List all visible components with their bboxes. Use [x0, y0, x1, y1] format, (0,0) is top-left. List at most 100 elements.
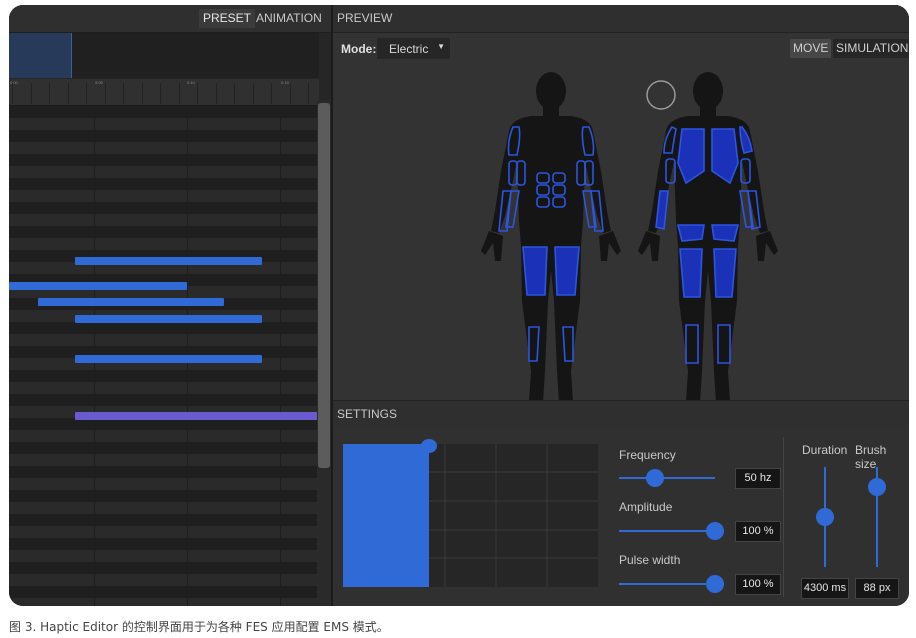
ruler-tick — [234, 83, 235, 104]
ruler-tick — [308, 83, 309, 104]
timeline-row[interactable] — [9, 166, 319, 178]
timeline-row[interactable] — [9, 478, 319, 490]
waveform-handle[interactable] — [421, 439, 437, 453]
timeline-ruler[interactable]: 0:00 0:05 0:10 0:15 — [9, 79, 319, 106]
timeline-row[interactable] — [9, 106, 319, 118]
waveform-graph[interactable] — [343, 439, 598, 587]
timeline-row[interactable] — [9, 502, 319, 514]
timeline-row[interactable] — [9, 130, 319, 142]
ruler-tick — [49, 83, 50, 104]
tab-animation[interactable]: ANIMATION — [252, 9, 326, 28]
mode-dropdown[interactable]: Electric ▼ — [377, 38, 450, 59]
timeline-row[interactable] — [9, 574, 319, 586]
body-preview[interactable] — [333, 61, 909, 401]
move-button[interactable]: MOVE — [790, 39, 832, 58]
timeline-row[interactable] — [9, 514, 319, 526]
timeline-row[interactable] — [9, 538, 319, 550]
frequency-slider-track[interactable] — [619, 477, 715, 479]
duration-label: Duration — [802, 443, 848, 457]
ruler-label: 0:05 — [95, 80, 103, 85]
front-body-figure[interactable] — [481, 72, 621, 401]
back-body-figure[interactable] — [638, 72, 778, 401]
timeline-row[interactable] — [9, 238, 319, 250]
ruler-tick — [12, 83, 13, 104]
timeline-row[interactable] — [9, 430, 319, 442]
timeline-overview[interactable] — [9, 33, 319, 78]
amplitude-label: Amplitude — [619, 500, 673, 514]
timeline-row[interactable] — [9, 562, 319, 574]
timeline-row[interactable] — [9, 118, 319, 130]
mode-label: Mode: — [341, 42, 377, 56]
frequency-label: Frequency — [619, 448, 676, 462]
ruler-label: 0:15 — [281, 80, 289, 85]
ruler-tick — [104, 83, 106, 104]
app-window: PRESET ANIMATION 0:00 0:05 0:10 0:15 PRE… — [9, 5, 909, 606]
timeline-row[interactable] — [9, 370, 319, 382]
timeline-row[interactable] — [9, 382, 319, 394]
timeline-row[interactable] — [9, 334, 319, 346]
timeline-row[interactable] — [9, 154, 319, 166]
timeline-bar[interactable] — [75, 315, 262, 323]
frequency-slider-knob[interactable] — [646, 469, 665, 487]
pulse-width-label: Pulse width — [619, 553, 681, 567]
settings-title: SETTINGS — [337, 407, 398, 421]
pulse-width-slider-track[interactable] — [619, 583, 715, 585]
timeline-bar[interactable] — [75, 412, 318, 420]
amplitude-slider-knob[interactable] — [706, 522, 724, 540]
figure-caption: 图 3. Haptic Editor 的控制界面用于为各种 FES 应用配置 E… — [9, 620, 389, 634]
timeline-row[interactable] — [9, 178, 319, 190]
timeline-row[interactable] — [9, 442, 319, 454]
ruler-tick — [215, 83, 217, 104]
timeline-row[interactable] — [9, 454, 319, 466]
brush-size-slider-knob[interactable] — [868, 478, 886, 496]
pulse-width-slider-knob[interactable] — [706, 575, 724, 593]
duration-value[interactable]: 4300 ms — [801, 578, 849, 599]
amplitude-slider-track[interactable] — [619, 530, 715, 532]
timeline-row[interactable] — [9, 226, 319, 238]
left-tab-bar: PRESET ANIMATION — [9, 5, 332, 33]
timeline-row[interactable] — [9, 142, 319, 154]
preview-header: PREVIEW — [333, 5, 909, 33]
timeline-row[interactable] — [9, 490, 319, 502]
timeline-row[interactable] — [9, 526, 319, 538]
duration-slider-knob[interactable] — [816, 508, 834, 526]
ruler-tick — [197, 83, 198, 104]
dropdown-arrow-icon: ▼ — [437, 42, 445, 51]
timeline-bar[interactable] — [75, 257, 262, 265]
overview-viewport[interactable] — [9, 33, 72, 78]
ruler-tick — [289, 83, 291, 104]
amplitude-value[interactable]: 100 % — [735, 521, 781, 542]
settings-header: SETTINGS — [333, 400, 909, 428]
timeline-bar[interactable] — [38, 298, 224, 306]
ruler-tick — [271, 83, 272, 104]
settings-separator — [783, 437, 784, 597]
brush-cursor-icon — [646, 80, 676, 110]
mode-value: Electric — [389, 42, 429, 56]
ruler-tick — [178, 83, 180, 104]
timeline-row[interactable] — [9, 322, 319, 334]
ruler-tick — [123, 83, 124, 104]
timeline-row[interactable] — [9, 202, 319, 214]
tab-preset[interactable]: PRESET — [199, 9, 256, 28]
timeline-row[interactable] — [9, 550, 319, 562]
waveform-fill — [343, 444, 429, 587]
timeline-row[interactable] — [9, 598, 319, 606]
timeline-bar[interactable] — [9, 282, 187, 290]
preview-title: PREVIEW — [337, 11, 393, 25]
ruler-tick — [30, 83, 32, 104]
timeline-row[interactable] — [9, 394, 319, 406]
timeline-row[interactable] — [9, 466, 319, 478]
scrollbar-thumb[interactable] — [318, 103, 330, 468]
timeline-bar[interactable] — [75, 355, 262, 363]
timeline-row[interactable] — [9, 190, 319, 202]
simulation-button[interactable]: SIMULATION — [833, 39, 909, 58]
pulse-width-value[interactable]: 100 % — [735, 574, 781, 595]
grid-line — [280, 106, 281, 606]
brush-size-value[interactable]: 88 px — [855, 578, 899, 599]
frequency-value[interactable]: 50 hz — [735, 468, 781, 489]
timeline-row[interactable] — [9, 586, 319, 598]
ruler-tick — [86, 83, 87, 104]
timeline-row[interactable] — [9, 214, 319, 226]
preview-panel: PREVIEW Mode: Electric ▼ MOVE SIMULATION — [333, 5, 909, 606]
ruler-label: 0:10 — [187, 80, 195, 85]
